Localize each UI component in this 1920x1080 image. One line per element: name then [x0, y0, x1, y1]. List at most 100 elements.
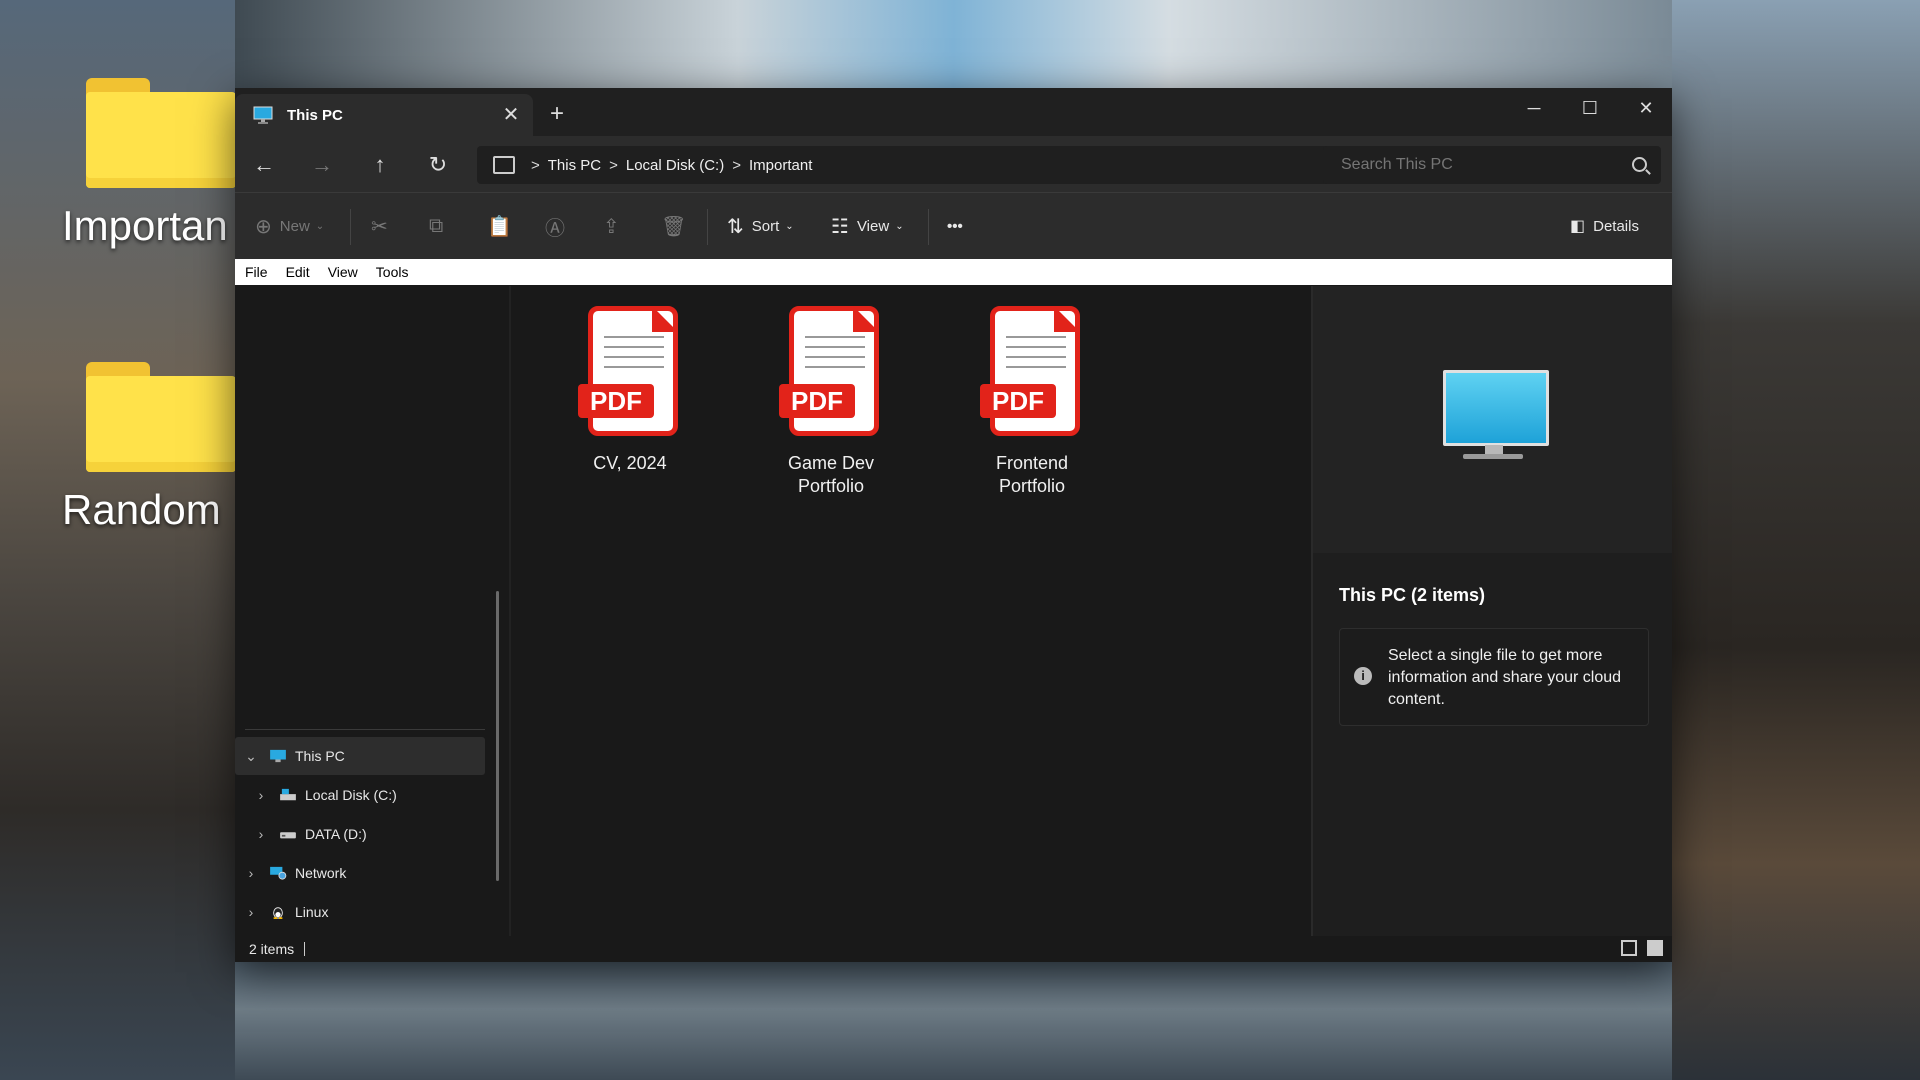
- divider: [245, 729, 485, 730]
- tree-item-data-drive[interactable]: › DATA (D:): [235, 815, 485, 853]
- linux-icon: [273, 907, 283, 919]
- new-label: New: [279, 217, 310, 235]
- pdf-file-icon: PDF: [779, 306, 883, 440]
- tab-this-pc[interactable]: This PC ✕: [235, 94, 533, 136]
- details-view-icon[interactable]: [1621, 940, 1637, 956]
- more-icon: •••: [947, 217, 963, 235]
- chevron-right-icon: ›: [248, 865, 254, 881]
- menu-file[interactable]: File: [245, 264, 268, 280]
- monitor-icon: [270, 749, 286, 763]
- share-icon[interactable]: ⇪: [603, 213, 620, 239]
- tree-label: Local Disk (C:): [305, 787, 397, 803]
- tab-title: This PC: [287, 106, 343, 124]
- file-item-game-dev-portfolio[interactable]: PDF Game Dev Portfolio: [746, 306, 916, 498]
- tree-item-linux[interactable]: › Linux: [235, 893, 485, 931]
- network-icon: [270, 866, 287, 880]
- content-area: ⌄ This PC › Local Disk (C:) › DATA (D:) …: [235, 286, 1672, 936]
- folder-icon: [62, 362, 236, 474]
- chevron-down-icon: ⌄: [315, 220, 325, 232]
- navigation-pane: ⌄ This PC › Local Disk (C:) › DATA (D:) …: [235, 286, 511, 936]
- tree-item-this-pc[interactable]: ⌄ This PC: [235, 737, 485, 775]
- cut-icon[interactable]: ✂: [371, 213, 388, 239]
- details-pane: This PC (2 items) i Select a single file…: [1311, 286, 1672, 936]
- chevron-down-icon: ⌄: [785, 220, 794, 232]
- sort-button[interactable]: ⇅ Sort ⌄: [727, 213, 794, 239]
- tree-label: DATA (D:): [305, 826, 367, 842]
- drive-icon: [280, 788, 296, 801]
- breadcrumb-separator: >: [609, 156, 618, 174]
- breadcrumb-local-disk[interactable]: Local Disk (C:): [626, 157, 724, 174]
- file-explorer-window: This PC ✕ + ─ ☐ ✕ ← → ↑ ↻ > This PC > Lo…: [235, 88, 1672, 962]
- large-icons-view-icon[interactable]: [1647, 940, 1663, 956]
- status-divider: [304, 942, 306, 956]
- breadcrumb-separator: >: [732, 156, 741, 174]
- file-item-frontend-portfolio[interactable]: PDF Frontend Portfolio: [947, 306, 1117, 498]
- breadcrumb-important[interactable]: Important: [749, 157, 812, 174]
- pdf-badge: PDF: [779, 384, 855, 418]
- plus-circle-icon: ⊕: [255, 215, 272, 238]
- more-options-button[interactable]: •••: [947, 213, 963, 239]
- plus-icon[interactable]: +: [545, 102, 569, 126]
- menu-edit[interactable]: Edit: [286, 264, 310, 280]
- desktop-folder-label: Random: [62, 486, 221, 533]
- tree-item-local-disk[interactable]: › Local Disk (C:): [235, 776, 485, 814]
- refresh-icon[interactable]: ↻: [423, 150, 453, 180]
- new-button[interactable]: ⊕ New ⌄: [255, 213, 324, 239]
- tree-item-network[interactable]: › Network: [235, 854, 485, 892]
- search-icon[interactable]: [1632, 157, 1647, 172]
- view-list-icon: ☷: [831, 215, 849, 238]
- view-label: View: [856, 217, 890, 235]
- details-pane-icon: ◧: [1570, 218, 1586, 235]
- desktop-folder-important[interactable]: Importan: [62, 78, 242, 250]
- pdf-file-icon: PDF: [578, 306, 682, 440]
- delete-icon[interactable]: 🗑: [661, 213, 686, 239]
- paste-icon[interactable]: 📋: [487, 213, 512, 239]
- file-name: Game Dev Portfolio: [787, 453, 875, 496]
- rename-icon[interactable]: Ⓐ: [545, 213, 565, 240]
- pdf-file-icon: PDF: [980, 306, 1084, 440]
- search-input[interactable]: [1339, 155, 1613, 175]
- chevron-right-icon: ›: [248, 904, 254, 920]
- desktop-folder-label: Importan: [62, 202, 228, 249]
- status-bar: 2 items: [235, 936, 1672, 962]
- minimize-button[interactable]: ─: [1506, 88, 1562, 128]
- details-button[interactable]: ◧ Details: [1570, 213, 1639, 239]
- details-title: This PC (2 items): [1339, 585, 1486, 605]
- close-window-button[interactable]: ✕: [1618, 88, 1672, 128]
- close-tab-icon[interactable]: ✕: [499, 103, 523, 127]
- menu-tools[interactable]: Tools: [376, 264, 409, 280]
- view-button[interactable]: ☷ View ⌄: [831, 213, 904, 239]
- file-list: PDF CV, 2024 PDF Game Dev Portfolio PDF: [511, 286, 1311, 936]
- sort-label: Sort: [751, 217, 780, 235]
- chevron-down-icon: ⌄: [895, 220, 904, 232]
- chevron-down-icon: ⌄: [245, 747, 257, 764]
- monitor-icon: [493, 156, 515, 174]
- address-bar[interactable]: > This PC > Local Disk (C:) > Important: [477, 146, 1347, 184]
- sidebar-scrollbar[interactable]: [496, 591, 499, 881]
- wallpaper-sky: [235, 0, 1672, 90]
- sort-icon: ⇅: [727, 215, 744, 238]
- info-text: Select a single file to get more informa…: [1388, 647, 1622, 708]
- file-name: Frontend Portfolio: [995, 453, 1069, 496]
- copy-icon[interactable]: ⧉: [429, 213, 443, 239]
- forward-arrow-icon[interactable]: →: [307, 150, 337, 180]
- item-count: 2 items: [249, 941, 295, 957]
- up-arrow-icon[interactable]: ↑: [365, 150, 395, 180]
- tree-label: Linux: [295, 904, 329, 920]
- search-box[interactable]: [1323, 146, 1661, 184]
- info-icon: i: [1354, 667, 1372, 685]
- menu-view[interactable]: View: [328, 264, 358, 280]
- breadcrumb-separator: >: [531, 156, 540, 174]
- back-arrow-icon[interactable]: ←: [249, 150, 279, 180]
- file-item-cv[interactable]: PDF CV, 2024: [545, 306, 715, 475]
- wallpaper-bottom: [235, 962, 1672, 1080]
- folder-icon: [62, 78, 236, 190]
- chevron-right-icon: ›: [258, 826, 264, 842]
- navigation-bar: ← → ↑ ↻ > This PC > Local Disk (C:) > Im…: [235, 136, 1672, 192]
- breadcrumb-this-pc[interactable]: This PC: [548, 157, 601, 174]
- drive-icon: [280, 832, 296, 839]
- maximize-button[interactable]: ☐: [1562, 88, 1618, 128]
- monitor-icon: [253, 106, 273, 124]
- info-box: i Select a single file to get more infor…: [1339, 628, 1649, 726]
- desktop-folder-random[interactable]: Random: [62, 362, 242, 534]
